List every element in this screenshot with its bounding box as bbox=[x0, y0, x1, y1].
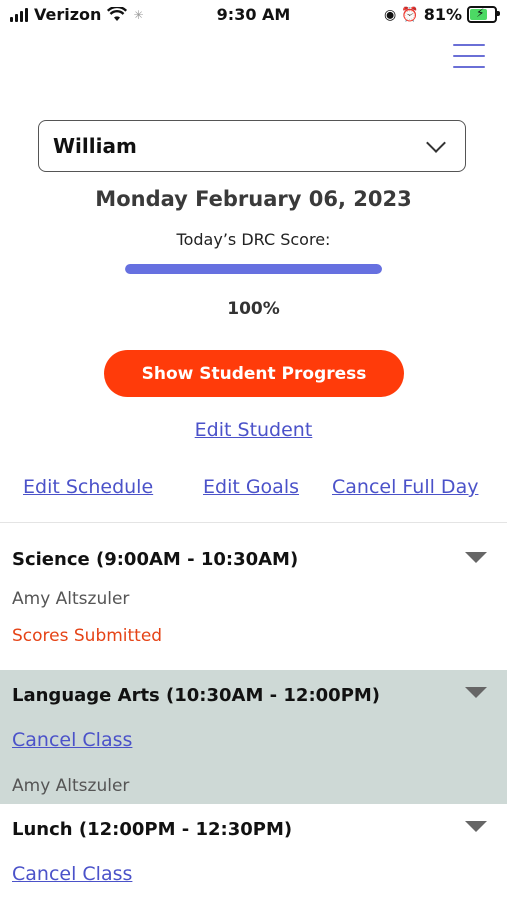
status-right: ◉ ⏰ 81% ⚡ bbox=[384, 5, 500, 24]
drc-progress-bar bbox=[125, 264, 382, 274]
student-dropdown[interactable]: William bbox=[38, 120, 466, 172]
cancel-full-day-link[interactable]: Cancel Full Day bbox=[332, 476, 478, 498]
class-item-language-arts[interactable]: Language Arts (10:30AM - 12:00PM) Cancel… bbox=[0, 670, 507, 804]
drc-score-label: Today’s DRC Score: bbox=[176, 230, 331, 249]
screen-lock-icon: ◉ bbox=[384, 6, 397, 23]
class-item-lunch[interactable]: Lunch (12:00PM - 12:30PM) Cancel Class bbox=[0, 804, 507, 900]
schedule-actions: Edit Schedule Edit Goals Cancel Full Day bbox=[0, 476, 507, 502]
edit-goals-link[interactable]: Edit Goals bbox=[203, 476, 299, 498]
expand-caret-icon[interactable] bbox=[465, 552, 487, 563]
expand-caret-icon[interactable] bbox=[465, 821, 487, 832]
selected-student: William bbox=[53, 134, 137, 158]
edit-schedule-link[interactable]: Edit Schedule bbox=[23, 476, 153, 498]
class-teacher: Amy Altszuler bbox=[12, 776, 130, 796]
scores-status: Scores Submitted bbox=[12, 626, 163, 646]
expand-caret-icon[interactable] bbox=[465, 687, 487, 698]
drc-percent: 100% bbox=[227, 299, 280, 319]
hamburger-menu-icon[interactable] bbox=[453, 44, 485, 68]
class-item-science[interactable]: Science (9:00AM - 10:30AM) Amy Altszuler… bbox=[0, 523, 507, 670]
edit-student-link[interactable]: Edit Student bbox=[195, 419, 313, 441]
battery-percent: 81% bbox=[423, 5, 462, 24]
show-student-progress-button[interactable]: Show Student Progress bbox=[104, 350, 404, 397]
alarm-icon: ⏰ bbox=[401, 6, 419, 23]
battery-charging-icon: ⚡ bbox=[467, 6, 500, 23]
status-bar: Verizon ✳ 9:30 AM ◉ ⏰ 81% ⚡ bbox=[0, 0, 507, 30]
cancel-class-link[interactable]: Cancel Class bbox=[12, 863, 132, 885]
class-title: Language Arts (10:30AM - 12:00PM) bbox=[12, 685, 381, 706]
chevron-down-icon bbox=[426, 133, 446, 153]
class-title: Lunch (12:00PM - 12:30PM) bbox=[12, 819, 293, 840]
drc-progress-fill bbox=[125, 264, 382, 274]
cancel-class-link[interactable]: Cancel Class bbox=[12, 729, 132, 751]
date-heading: Monday February 06, 2023 bbox=[95, 187, 412, 211]
class-teacher: Amy Altszuler bbox=[12, 589, 130, 609]
class-title: Science (9:00AM - 10:30AM) bbox=[12, 549, 299, 570]
